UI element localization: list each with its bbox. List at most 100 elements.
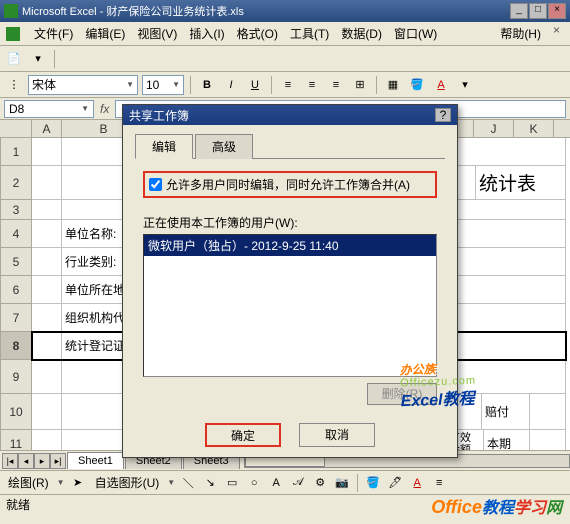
cell-title[interactable]: 统计表 [476,166,566,200]
oval-icon[interactable]: ○ [245,474,263,492]
row-header[interactable]: 6 [0,276,32,304]
merge-button[interactable]: ⊞ [350,75,370,95]
font-name: 宋体 [32,76,56,93]
toolbar-more-icon[interactable]: ▾ [28,49,48,69]
row-header[interactable]: 5 [0,248,32,276]
align-center-button[interactable]: ≡ [302,75,322,95]
font-size: 10 [146,78,159,92]
menu-format[interactable]: 格式(O) [231,23,284,44]
arrow-icon[interactable]: ↘ [201,474,219,492]
wm2-text: 学习 [514,500,546,517]
standard-toolbar: 📄 ▾ [0,46,570,72]
status-text: 就绪 [6,496,30,513]
textbox-icon[interactable]: A [267,474,285,492]
clipart-icon[interactable]: ⚙ [311,474,329,492]
col-corner[interactable] [0,120,32,137]
cancel-button[interactable]: 取消 [299,423,375,447]
row-header[interactable]: 2 [0,166,32,200]
fx-icon[interactable]: fx [100,102,109,116]
fill-color-button[interactable]: 🪣 [407,75,427,95]
tab-next-button[interactable]: ▸ [34,453,50,469]
name-box-value: D8 [9,102,24,116]
text-color-icon[interactable]: A [408,474,426,492]
tab-advanced[interactable]: 高级 [195,134,253,159]
menu-insert[interactable]: 插入(I) [183,23,230,44]
minimize-button[interactable]: _ [510,3,528,19]
watermark-bangongzu: 办公族 Officezu.com Excel教程 [399,347,477,412]
font-select[interactable]: 宋体▼ [28,75,138,95]
font-size-select[interactable]: 10▼ [142,75,184,95]
row-header[interactable]: 7 [0,304,32,332]
fill-icon[interactable]: 🪣 [364,474,382,492]
maximize-button[interactable]: □ [529,3,547,19]
watermark-office-net: Office教程学习网 [431,494,562,518]
line-color-icon[interactable]: 🖊 [386,474,404,492]
picture-icon[interactable]: 📷 [333,474,351,492]
tab-edit[interactable]: 编辑 [135,134,193,159]
tab-prev-button[interactable]: ◂ [18,453,34,469]
font-color-button[interactable]: A [431,75,451,95]
menu-help[interactable]: 帮助(H) [494,23,547,44]
rect-icon[interactable]: ▭ [223,474,241,492]
dialog-title-bar[interactable]: 共享工作簿 ? [123,105,457,125]
users-label: 正在使用本工作簿的用户(W): [143,214,437,231]
allow-multi-user-label: 允许多用户同时编辑，同时允许工作簿合并(A) [166,176,410,193]
tab-last-button[interactable]: ▸| [50,453,66,469]
col-header[interactable]: J [474,120,514,137]
menu-data[interactable]: 数据(D) [335,23,388,44]
window-title: Microsoft Excel - 财产保险公司业务统计表.xls [22,3,510,19]
drawing-toolbar: 绘图(R)▼ ➤ 自选图形(U)▼ ＼ ↘ ▭ ○ A 𝒜 ⚙ 📷 🪣 🖊 A … [0,470,570,494]
align-left-button[interactable]: ≡ [278,75,298,95]
wm-text: 办公 [399,362,423,377]
row-header[interactable]: 4 [0,220,32,248]
col-header[interactable]: K [514,120,554,137]
wordart-icon[interactable]: 𝒜 [289,474,307,492]
doc-close-button[interactable]: × [549,23,564,44]
menu-file[interactable]: 文件(F) [28,23,79,44]
row-header[interactable]: 3 [0,200,32,220]
name-box[interactable]: D8▼ [4,100,94,118]
row-header[interactable]: 8 [0,332,32,360]
col-header[interactable]: A [32,120,62,137]
allow-multi-user-checkbox-row[interactable]: 允许多用户同时编辑，同时允许工作簿合并(A) [143,171,437,198]
bold-button[interactable]: B [197,75,217,95]
new-button[interactable]: 📄 [4,49,24,69]
draw-menu[interactable]: 绘图(R) [4,472,53,493]
cell-peifu[interactable]: 赔付 [482,394,530,430]
menu-bar: 文件(F) 编辑(E) 视图(V) 插入(I) 格式(O) 工具(T) 数据(D… [0,22,570,46]
autoshapes-menu[interactable]: 自选图形(U) [91,472,164,493]
wm-subtitle: Excel教程 [400,385,477,412]
underline-button[interactable]: U [245,75,265,95]
users-listbox[interactable]: 微软用户（独占）- 2012-9-25 11:40 [143,234,437,377]
align-right-button[interactable]: ≡ [326,75,346,95]
ok-button[interactable]: 确定 [205,423,281,447]
sheet-tab-1[interactable]: Sheet1 [67,452,124,469]
tab-first-button[interactable]: |◂ [2,453,18,469]
borders-button[interactable]: ▦ [383,75,403,95]
italic-button[interactable]: I [221,75,241,95]
grip-icon: ⋮ [4,75,24,95]
user-row-selected[interactable]: 微软用户（独占）- 2012-9-25 11:40 [144,235,436,256]
row-header[interactable]: 9 [0,360,32,394]
wm-text: 族 [423,362,435,376]
menu-window[interactable]: 窗口(W) [388,23,443,44]
cell-benqi[interactable]: 本期 [484,430,530,450]
menu-tools[interactable]: 工具(T) [284,23,335,44]
pointer-icon[interactable]: ➤ [69,474,87,492]
col-header[interactable]: L [554,120,570,137]
formatting-toolbar: ⋮ 宋体▼ 10▼ B I U ≡ ≡ ≡ ⊞ ▦ 🪣 A ▾ [0,72,570,98]
row-header[interactable]: 1 [0,138,32,166]
line-style-icon[interactable]: ≡ [430,474,448,492]
dialog-close-button[interactable]: ? [435,108,451,122]
excel-icon [6,27,20,41]
line-icon[interactable]: ＼ [179,474,197,492]
allow-multi-user-checkbox[interactable] [149,178,162,191]
menu-view[interactable]: 视图(V) [131,23,183,44]
row-header[interactable]: 10 [0,394,32,430]
close-button[interactable]: × [548,3,566,19]
toolbar-overflow-icon[interactable]: ▾ [455,75,475,95]
wm2-text: 教程 [482,500,514,517]
menu-edit[interactable]: 编辑(E) [79,23,131,44]
row-header[interactable]: 11 [0,430,32,450]
title-bar: Microsoft Excel - 财产保险公司业务统计表.xls _ □ × [0,0,570,22]
